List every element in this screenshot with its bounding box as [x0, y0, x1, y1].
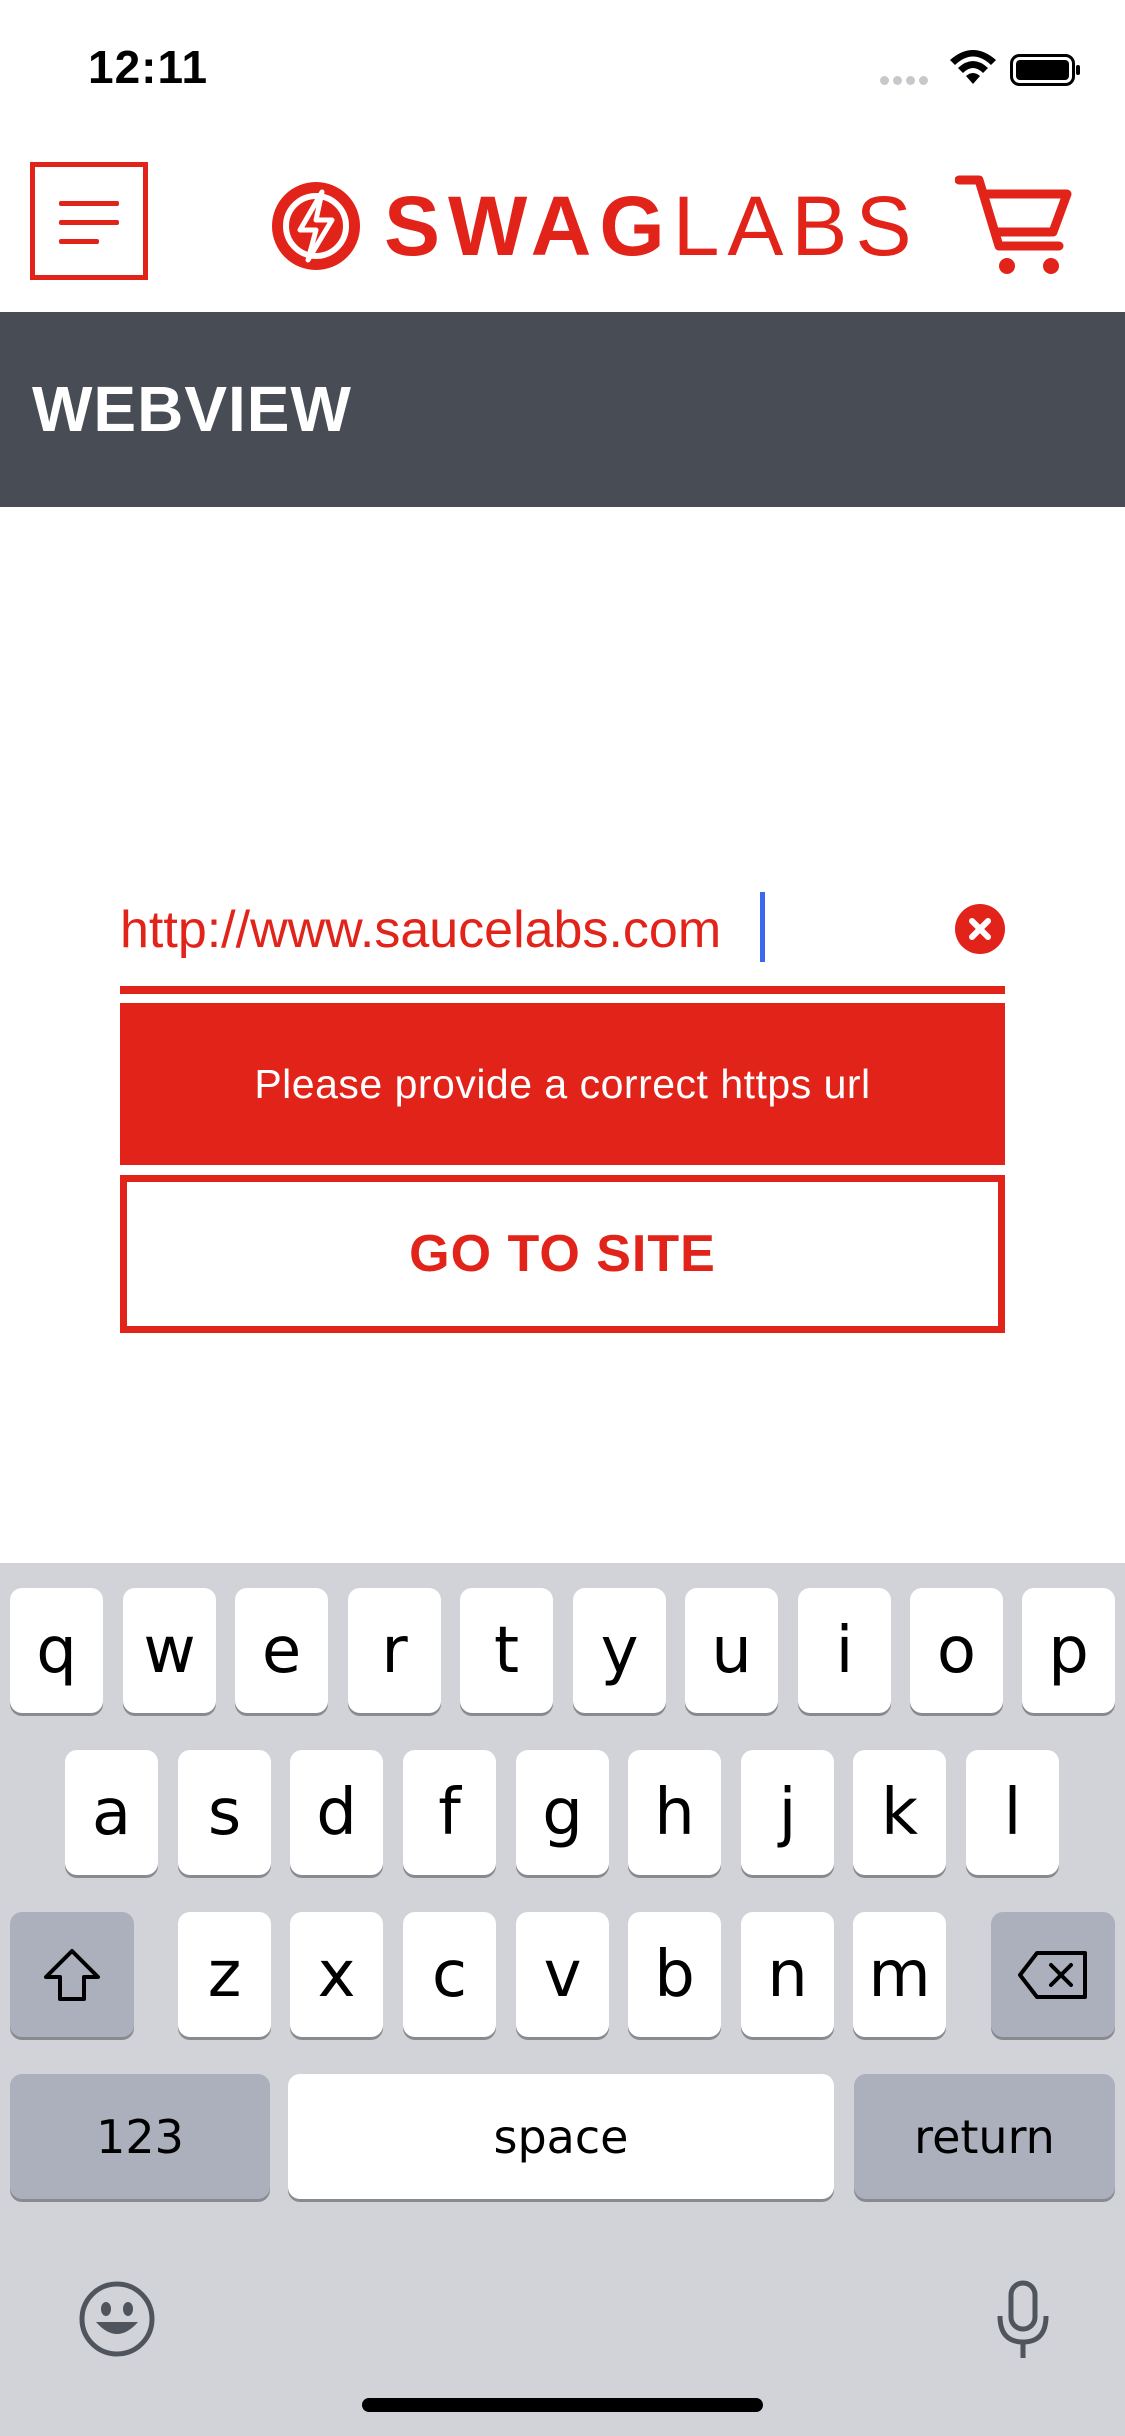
go-to-site-button[interactable]: GO TO SITE — [120, 1175, 1005, 1333]
key-v[interactable]: v — [516, 1912, 609, 2037]
url-input-underline — [120, 986, 1005, 994]
text-caret — [760, 892, 765, 962]
battery-icon — [1010, 54, 1080, 86]
key-u[interactable]: u — [685, 1588, 778, 1713]
emoji-icon[interactable] — [78, 2280, 156, 2358]
key-a[interactable]: a — [65, 1750, 158, 1875]
return-key-label: return — [914, 2109, 1055, 2164]
key-r[interactable]: r — [348, 1588, 441, 1713]
screen: 12:11 SWAGLABS WEBVIEW http://www.saucel… — [0, 0, 1125, 2436]
key-g[interactable]: g — [516, 1750, 609, 1875]
key-f[interactable]: f — [403, 1750, 496, 1875]
title-bar: WEBVIEW — [0, 312, 1125, 507]
error-banner: Please provide a correct https url — [120, 1003, 1005, 1165]
logo-text-bold: SWAG — [384, 179, 673, 273]
space-key-label: space — [493, 2109, 629, 2164]
key-j[interactable]: j — [741, 1750, 834, 1875]
error-message: Please provide a correct https url — [254, 1060, 871, 1107]
microphone-icon[interactable] — [995, 2280, 1051, 2362]
key-h[interactable]: h — [628, 1750, 721, 1875]
clear-input-icon[interactable] — [955, 904, 1005, 954]
key-s[interactable]: s — [178, 1750, 271, 1875]
menu-button[interactable] — [30, 162, 148, 280]
lightning-bolt-logo-icon — [272, 182, 360, 270]
key-x[interactable]: x — [290, 1912, 383, 2037]
key-c[interactable]: c — [403, 1912, 496, 2037]
key-d[interactable]: d — [290, 1750, 383, 1875]
key-o[interactable]: o — [910, 1588, 1003, 1713]
swag-labs-logo: SWAGLABS — [270, 176, 920, 276]
shopping-cart-icon[interactable] — [955, 170, 1075, 280]
status-bar: 12:11 — [0, 0, 1125, 140]
key-n[interactable]: n — [741, 1912, 834, 2037]
logo-text: SWAGLABS — [384, 184, 920, 268]
key-e[interactable]: e — [235, 1588, 328, 1713]
key-p[interactable]: p — [1022, 1588, 1115, 1713]
logo-text-light: LABS — [672, 179, 920, 273]
wifi-icon — [950, 50, 996, 84]
app-header: SWAGLABS — [0, 140, 1125, 312]
shift-key[interactable] — [10, 1912, 134, 2037]
space-key[interactable]: space — [288, 2074, 834, 2199]
numbers-key-label: 123 — [96, 2109, 184, 2164]
home-indicator[interactable] — [362, 2398, 763, 2412]
key-i[interactable]: i — [798, 1588, 891, 1713]
cellular-signal-icon — [880, 72, 936, 86]
key-m[interactable]: m — [853, 1912, 946, 2037]
status-time: 12:11 — [88, 41, 209, 93]
key-z[interactable]: z — [178, 1912, 271, 2037]
url-input[interactable]: http://www.saucelabs.com — [120, 890, 880, 970]
page-title: WEBVIEW — [32, 373, 352, 445]
go-to-site-label: GO TO SITE — [409, 1225, 716, 1283]
key-y[interactable]: y — [573, 1588, 666, 1713]
numbers-key[interactable]: 123 — [10, 2074, 270, 2199]
delete-key[interactable] — [991, 1912, 1115, 2037]
url-input-row: http://www.saucelabs.com — [120, 870, 1005, 990]
return-key[interactable]: return — [854, 2074, 1115, 2199]
backspace-icon — [1018, 1950, 1087, 1999]
shift-arrow-icon — [44, 1948, 100, 2001]
key-l[interactable]: l — [966, 1750, 1059, 1875]
key-k[interactable]: k — [853, 1750, 946, 1875]
key-t[interactable]: t — [460, 1588, 553, 1713]
key-q[interactable]: q — [10, 1588, 103, 1713]
key-w[interactable]: w — [123, 1588, 216, 1713]
key-b[interactable]: b — [628, 1912, 721, 2037]
